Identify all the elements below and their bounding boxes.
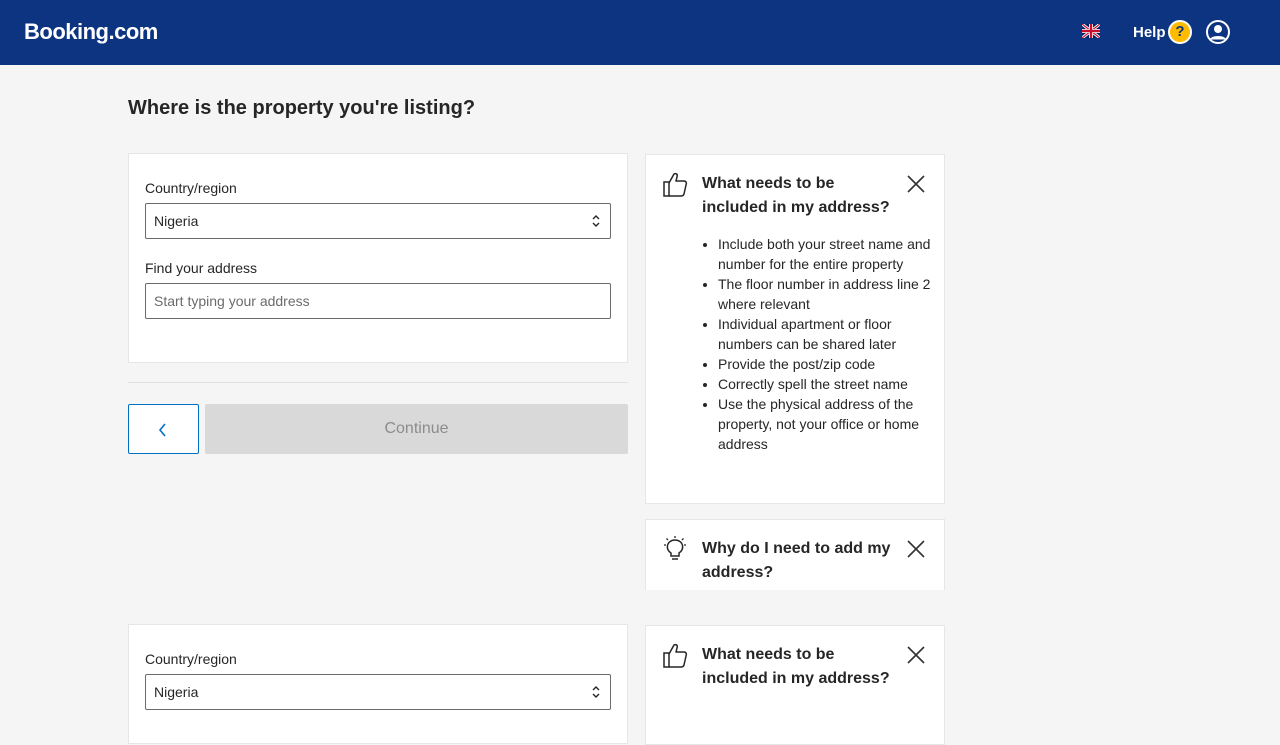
list-item: Individual apartment or floor numbers ca… — [718, 314, 932, 354]
thumbs-up-icon — [663, 643, 688, 668]
address-form-card-duplicate: Country/region Nigeria — [128, 624, 628, 744]
list-item: Correctly spell the street name — [718, 374, 932, 394]
country-label: Country/region — [145, 180, 237, 196]
address-tip-card-duplicate: What needs to be included in my address? — [645, 625, 945, 745]
why-address-tip-card: Why do I need to add my address? — [645, 519, 945, 590]
address-label: Find your address — [145, 260, 258, 276]
tip-title: What needs to be included in my address? — [702, 646, 890, 687]
list-item: Use the physical address of the property… — [718, 394, 932, 454]
address-search-input[interactable]: Start typing your address — [145, 283, 611, 319]
country-select-value: Nigeria — [154, 684, 199, 700]
close-icon[interactable] — [907, 540, 925, 558]
list-item: Provide the post/zip code — [718, 354, 932, 374]
close-icon[interactable] — [907, 646, 925, 664]
country-label: Country/region — [145, 651, 237, 667]
chevron-left-icon — [158, 423, 166, 437]
thumbs-up-icon — [663, 172, 688, 197]
tip-title: Why do I need to add my address? — [702, 540, 891, 581]
tip-title: What needs to be included in my address? — [702, 175, 890, 216]
select-arrows-icon — [592, 215, 600, 227]
divider — [128, 382, 628, 383]
continue-button[interactable]: Continue — [205, 404, 628, 454]
country-select-value: Nigeria — [154, 213, 199, 229]
select-arrows-icon — [592, 686, 600, 698]
address-tip-card: What needs to be included in my address?… — [645, 154, 945, 504]
page-title: Where is the property you're listing? — [128, 97, 476, 119]
close-icon[interactable] — [907, 175, 925, 193]
list-item: Include both your street name and number… — [718, 234, 932, 274]
address-form-card: Country/region Nigeria Find your address… — [128, 153, 628, 363]
country-select[interactable]: Nigeria — [145, 203, 611, 239]
country-select[interactable]: Nigeria — [145, 674, 611, 710]
back-button[interactable] — [128, 404, 199, 454]
lightbulb-icon — [664, 536, 686, 560]
list-item: The floor number in address line 2 where… — [718, 274, 932, 314]
main-section: Where is the property you're listing? Co… — [0, 0, 1280, 590]
tip-list: Include both your street name and number… — [718, 234, 932, 454]
